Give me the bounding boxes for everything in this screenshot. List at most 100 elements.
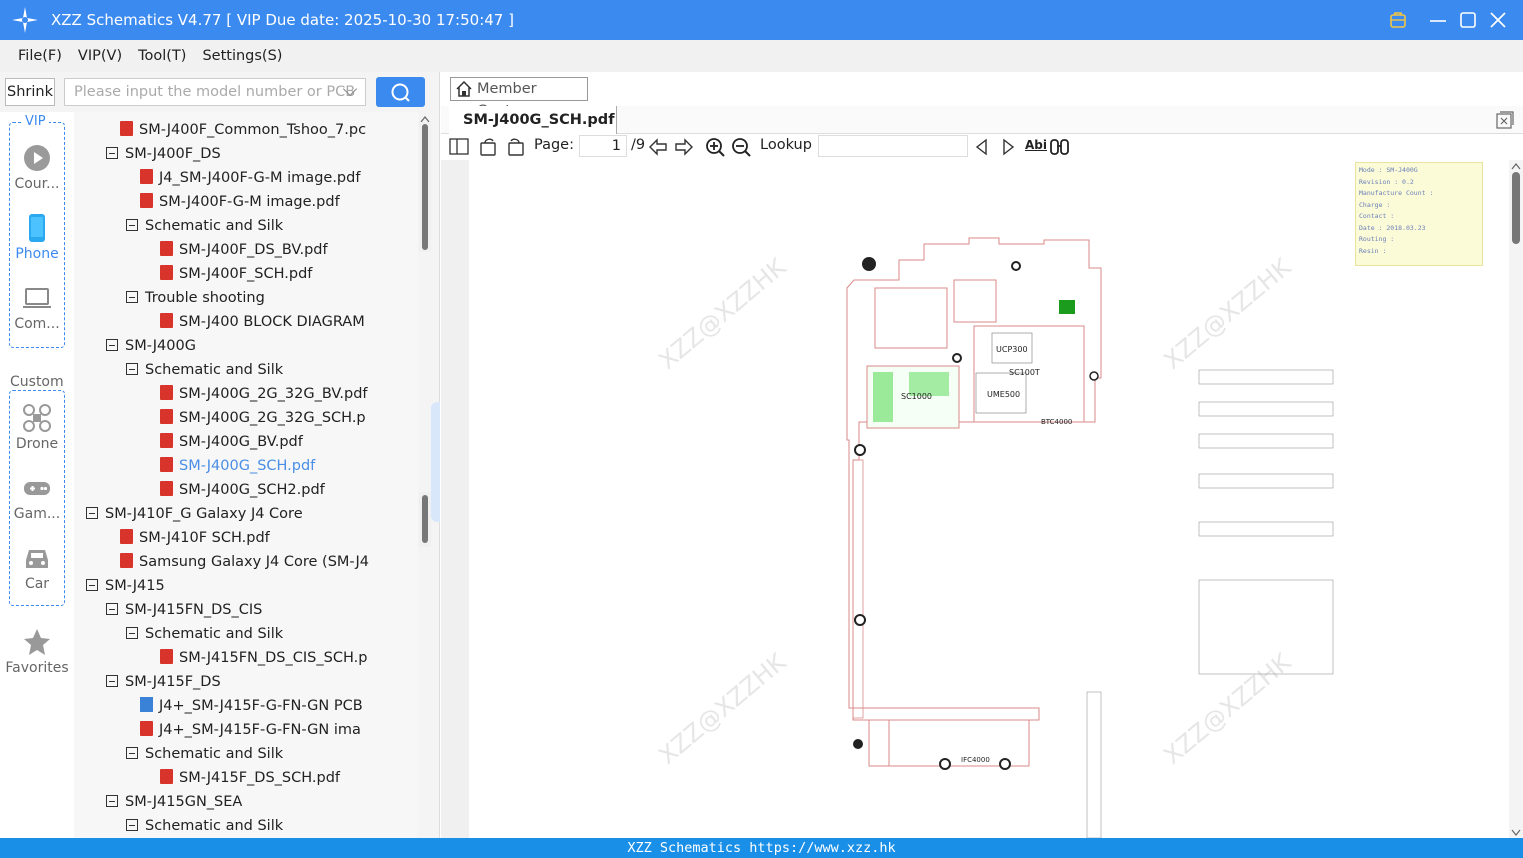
shrink-button[interactable]: Shrink (5, 78, 55, 106)
pcb-schematic-drawing (846, 237, 1334, 838)
tree-file[interactable]: J4_SM-J400F-G-M image.pdf (140, 166, 360, 190)
category-games[interactable]: Gam... (0, 474, 74, 522)
pdf-file-icon (160, 409, 173, 424)
search-button[interactable] (376, 77, 425, 107)
tree-label: J4+_SM-J415F-G-FN-GN ima (159, 722, 361, 738)
tree-label: SM-J415F_DS (125, 674, 221, 690)
tree-file[interactable]: SM-J400G_2G_32G_SCH.p (160, 406, 366, 430)
pdf-page[interactable]: XZZ@XZZHK XZZ@XZZHK XZZ@XZZHK XZZ@XZZHK (469, 160, 1509, 838)
lookup-input[interactable] (818, 135, 968, 157)
tree-folder[interactable]: SM-J415FN_DS_CIS (106, 598, 262, 622)
sidebar-toggle-icon[interactable] (449, 137, 469, 161)
tree-folder[interactable]: Schematic and Silk (126, 358, 283, 382)
pdf-scrollbar[interactable] (1509, 160, 1523, 838)
tree-folder[interactable]: SM-J415F_DS (106, 670, 221, 694)
next-page-icon[interactable] (674, 137, 694, 161)
collapse-icon[interactable] (106, 795, 118, 807)
tree-folder[interactable]: SM-J400G (106, 334, 196, 358)
category-phone[interactable]: Phone (0, 214, 74, 262)
tree-folder[interactable]: Schematic and Silk (126, 214, 283, 238)
tree-folder[interactable]: SM-J400F_DS (106, 142, 221, 166)
pdf-file-icon (160, 649, 173, 664)
menu-file[interactable]: File(F) (18, 48, 62, 64)
minimize-icon[interactable] (1426, 8, 1450, 32)
tree-file[interactable]: SM-J400F-G-M image.pdf (140, 190, 340, 214)
member-center-button[interactable]: Member Center (450, 77, 588, 119)
tree-file[interactable]: SM-J400 BLOCK DIAGRAM (160, 310, 365, 334)
category-label: Drone (15, 436, 59, 452)
tree-label: SM-J400 BLOCK DIAGRAM (179, 314, 365, 330)
tree-file[interactable]: Samsung Galaxy J4 Core (SM-J4 (120, 550, 369, 574)
category-computer[interactable]: Com... (0, 284, 74, 332)
category-drone[interactable]: Drone (0, 404, 74, 452)
tree-folder[interactable]: SM-J415 (86, 574, 165, 598)
tree-label: SM-J415FN_DS_CIS (125, 602, 263, 618)
menu-settings[interactable]: Settings(S) (202, 48, 282, 64)
menu-tool[interactable]: Tool(T) (138, 48, 186, 64)
vip-bag-icon[interactable] (1386, 8, 1410, 32)
tree-file[interactable]: SM-J410F SCH.pdf (120, 526, 270, 550)
close-icon[interactable] (1486, 8, 1510, 32)
info-line: Revision : 0.2 (1359, 177, 1414, 186)
pdf-file-icon (160, 385, 173, 400)
tree-scrollbar[interactable] (419, 112, 431, 838)
tree-file[interactable]: SM-J400G_BV.pdf (160, 430, 303, 454)
collapse-icon[interactable] (126, 291, 138, 303)
category-car[interactable]: Car (0, 544, 74, 592)
tree-label: SM-J400G_SCH2.pdf (179, 482, 325, 498)
tree-file[interactable]: J4+_SM-J415F-G-FN-GN PCB (140, 694, 363, 718)
tree-file[interactable]: SM-J400F_Common_Tshoo_7.pc (120, 118, 366, 142)
collapse-icon[interactable] (126, 819, 138, 831)
tree-folder[interactable]: Trouble shooting (126, 286, 265, 310)
pcb-file-icon (140, 697, 153, 712)
find-prev-icon[interactable] (972, 137, 992, 161)
find-next-icon[interactable] (998, 137, 1018, 161)
tree-folder[interactable]: SM-J415GN_SEA (106, 790, 242, 814)
collapse-icon[interactable] (126, 747, 138, 759)
match-case-icon[interactable]: Abi (1025, 138, 1047, 152)
info-line: Resin : (1359, 246, 1387, 255)
search-input[interactable]: Please input the model number or PCB (64, 78, 366, 106)
tree-file[interactable]: SM-J415F_DS_SCH.pdf (160, 766, 340, 790)
collapse-icon[interactable] (86, 579, 98, 591)
tree-label: Samsung Galaxy J4 Core (SM-J4 (139, 554, 369, 570)
tree-file[interactable]: SM-J400F_DS_BV.pdf (160, 238, 328, 262)
zoom-in-icon[interactable] (705, 137, 725, 161)
collapse-icon[interactable] (106, 147, 118, 159)
pdf-file-icon (160, 313, 173, 328)
panel-collapse-handle[interactable] (431, 402, 440, 522)
play-icon (23, 144, 51, 172)
tab-document[interactable]: SM-J400G_SCH.pdf (449, 106, 617, 134)
tree-file[interactable]: SM-J400G_SCH2.pdf (160, 478, 325, 502)
pdf-file-icon (160, 457, 173, 472)
collapse-icon[interactable] (106, 603, 118, 615)
category-courses[interactable]: Cour... (0, 144, 74, 192)
tree-folder[interactable]: Schematic and Silk (126, 622, 283, 646)
collapse-icon[interactable] (106, 675, 118, 687)
tree-file[interactable]: SM-J400F_SCH.pdf (160, 262, 312, 286)
rotate-left-icon[interactable] (479, 137, 499, 161)
prev-page-icon[interactable] (648, 137, 668, 161)
rotate-right-icon[interactable] (505, 137, 525, 161)
tree-file[interactable]: SM-J400G_SCH.pdf (160, 454, 315, 478)
tree-file[interactable]: J4+_SM-J415F-G-FN-GN ima (140, 718, 361, 742)
collapse-icon[interactable] (126, 627, 138, 639)
category-label: Phone (15, 246, 59, 262)
maximize-icon[interactable] (1456, 8, 1480, 32)
tree-folder[interactable]: SM-J410F_G Galaxy J4 Core (86, 502, 303, 526)
zoom-out-icon[interactable] (731, 137, 751, 161)
collapse-icon[interactable] (126, 219, 138, 231)
category-favorites[interactable]: Favorites (0, 628, 74, 676)
tree-folder[interactable]: Schematic and Silk (126, 742, 283, 766)
page-total: /9 (631, 137, 646, 153)
tree-file[interactable]: SM-J400G_2G_32G_BV.pdf (160, 382, 368, 406)
binoculars-icon[interactable] (1049, 137, 1071, 161)
menu-vip[interactable]: VIP(V) (78, 48, 122, 64)
tree-file[interactable]: SM-J415FN_DS_CIS_SCH.p (160, 646, 367, 670)
collapse-icon[interactable] (86, 507, 98, 519)
tree-folder[interactable]: Schematic and Silk (126, 814, 283, 838)
close-tab-icon[interactable] (1496, 111, 1514, 133)
collapse-icon[interactable] (126, 363, 138, 375)
page-number-input[interactable]: 1 (579, 135, 627, 157)
collapse-icon[interactable] (106, 339, 118, 351)
